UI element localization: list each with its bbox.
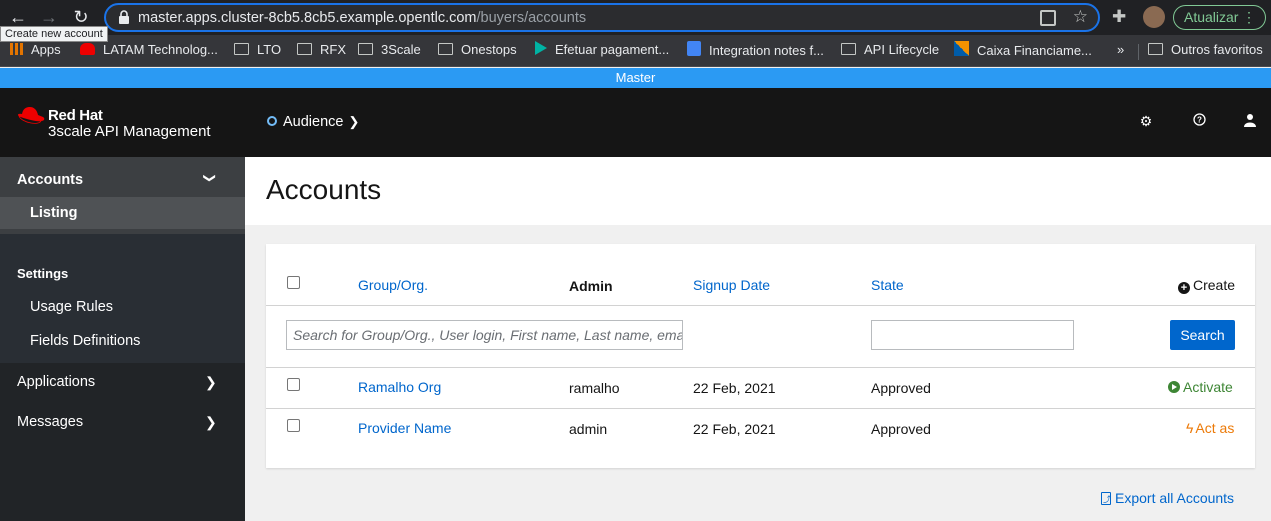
folder-icon xyxy=(438,43,453,55)
bolt-icon: ϟ xyxy=(1186,420,1194,436)
bookmark-onestops[interactable]: Onestops xyxy=(438,41,517,59)
sidebar-item-usage-rules[interactable]: Usage Rules xyxy=(30,299,113,315)
bookmark-3scale[interactable]: 3Scale xyxy=(358,41,421,59)
state-cell: Approved xyxy=(871,380,931,396)
sidebar-section-settings: Settings Usage Rules Fields Definitions xyxy=(0,234,245,363)
bookmark-efetuar[interactable]: Efetuar pagament... xyxy=(535,41,669,59)
bookmarks-bar: Apps LATAM Technolog... LTO RFX 3Scale O… xyxy=(0,35,1271,67)
row-checkbox[interactable] xyxy=(287,419,300,432)
menu-dots-icon: ⋮ xyxy=(1242,9,1256,25)
bookmark-star-icon[interactable]: ☆ xyxy=(1073,7,1088,27)
play-circle-icon xyxy=(1168,381,1180,393)
bookmark-divider xyxy=(1138,44,1139,60)
state-cell: Approved xyxy=(871,421,931,437)
product-name: 3scale API Management xyxy=(48,123,211,140)
activate-button[interactable]: Activate xyxy=(1168,379,1233,395)
bookmark-caixa[interactable]: Caixa Financiame... xyxy=(954,41,1092,60)
signup-date-cell: 22 Feb, 2021 xyxy=(693,380,776,396)
act-as-button[interactable]: ϟ Act as xyxy=(1186,420,1234,436)
table-row: Ramalho Org ramalho 22 Feb, 2021 Approve… xyxy=(266,368,1255,409)
sidebar-section-accounts: Accounts ❯ Listing xyxy=(0,157,245,234)
bookmark-api-lifecycle[interactable]: API Lifecycle xyxy=(841,41,939,59)
address-bar[interactable]: master.apps.cluster-8cb5.8cb5.example.op… xyxy=(104,3,1100,32)
docs-icon xyxy=(687,41,701,56)
lock-icon xyxy=(119,10,129,24)
column-header-signup-date[interactable]: Signup Date xyxy=(693,277,770,293)
chevron-right-icon[interactable]: ❯ xyxy=(205,414,217,431)
group-link[interactable]: Provider Name xyxy=(358,420,451,436)
context-selector[interactable]: Audience ❯ xyxy=(267,114,359,130)
url-text: master.apps.cluster-8cb5.8cb5.example.op… xyxy=(138,10,587,26)
svg-text:?: ? xyxy=(1197,116,1202,125)
bookmark-rfx[interactable]: RFX xyxy=(297,41,346,59)
redhat-icon xyxy=(80,43,95,55)
redhat-logo-icon[interactable] xyxy=(16,106,46,126)
bookmark-integration[interactable]: Integration notes f... xyxy=(687,41,824,60)
play-icon xyxy=(535,41,547,55)
search-input[interactable]: Search for Group/Org., User login, First… xyxy=(286,320,683,350)
audience-icon xyxy=(267,116,277,126)
table-row: Provider Name admin 22 Feb, 2021 Approve… xyxy=(266,409,1255,450)
forward-icon[interactable]: → xyxy=(38,6,60,28)
sidebar-heading-settings: Settings xyxy=(17,266,69,281)
tooltip: Create new account xyxy=(0,26,108,42)
chevron-right-icon[interactable]: ❯ xyxy=(205,374,217,391)
sidebar-item-messages[interactable]: Messages xyxy=(17,414,83,430)
folder-icon xyxy=(297,43,312,55)
help-icon[interactable]: ? xyxy=(1190,113,1208,131)
update-button[interactable]: Atualizar ⋮ xyxy=(1173,5,1266,30)
apps-grid-icon xyxy=(10,43,23,55)
reload-icon[interactable]: ↻ xyxy=(70,6,92,28)
page-header: Accounts xyxy=(245,157,1271,225)
folder-icon xyxy=(234,43,249,55)
plus-circle-icon: + xyxy=(1178,282,1190,294)
qr-code-icon[interactable] xyxy=(1040,10,1056,26)
state-filter-input[interactable] xyxy=(871,320,1074,350)
more-bookmarks-icon[interactable]: » xyxy=(1117,41,1124,59)
extensions-icon[interactable]: ✚ xyxy=(1112,7,1126,27)
bookmark-latam[interactable]: LATAM Technolog... xyxy=(80,41,218,59)
admin-cell: ramalho xyxy=(569,380,620,396)
sidebar-item-fields-definitions[interactable]: Fields Definitions xyxy=(30,333,140,349)
search-row: Search for Group/Org., User login, First… xyxy=(266,306,1255,368)
folder-icon xyxy=(841,43,856,55)
gear-icon[interactable]: ⚙ xyxy=(1137,113,1155,131)
page-title: Accounts xyxy=(266,174,382,205)
bookmark-other-favorites[interactable]: Outros favoritos xyxy=(1148,41,1263,59)
app-header: Red Hat 3scale API Management Audience ❯ … xyxy=(0,88,1271,157)
admin-cell: admin xyxy=(569,421,608,437)
brand-name: Red Hat xyxy=(48,107,103,124)
caixa-icon xyxy=(954,41,969,56)
sidebar-item-listing[interactable]: Listing xyxy=(0,197,245,229)
export-file-icon: ⤴ xyxy=(1101,492,1111,505)
column-header-group[interactable]: Group/Org. xyxy=(358,277,428,293)
master-bar: Master xyxy=(0,68,1271,88)
export-all-accounts-link[interactable]: ⤴ Export all Accounts xyxy=(1101,490,1234,506)
chevron-down-icon[interactable]: ❯ xyxy=(203,173,217,183)
column-header-state[interactable]: State xyxy=(871,277,904,293)
sidebar-item-accounts[interactable]: Accounts xyxy=(17,172,83,188)
back-icon[interactable]: ← xyxy=(7,6,29,28)
user-icon[interactable] xyxy=(1241,113,1259,131)
row-checkbox[interactable] xyxy=(287,378,300,391)
profile-avatar[interactable] xyxy=(1143,6,1165,28)
table-header-row: Group/Org. Admin Signup Date State + Crea… xyxy=(266,244,1255,306)
create-button[interactable]: + Create xyxy=(1178,277,1235,294)
folder-icon xyxy=(1148,43,1163,55)
chevron-down-icon: ❯ xyxy=(348,114,360,129)
group-link[interactable]: Ramalho Org xyxy=(358,379,441,395)
sidebar-item-applications[interactable]: Applications xyxy=(17,374,95,390)
accounts-table: Group/Org. Admin Signup Date State + Crea… xyxy=(266,244,1255,468)
select-all-checkbox[interactable] xyxy=(287,276,300,289)
search-button[interactable]: Search xyxy=(1170,320,1235,350)
signup-date-cell: 22 Feb, 2021 xyxy=(693,421,776,437)
bookmark-apps[interactable]: Apps xyxy=(10,41,61,59)
bookmark-lto[interactable]: LTO xyxy=(234,41,281,59)
browser-toolbar: ← → ↻ master.apps.cluster-8cb5.8cb5.exam… xyxy=(0,0,1271,35)
sidebar: Accounts ❯ Listing Settings Usage Rules … xyxy=(0,157,245,521)
folder-icon xyxy=(358,43,373,55)
column-header-admin: Admin xyxy=(569,278,613,294)
